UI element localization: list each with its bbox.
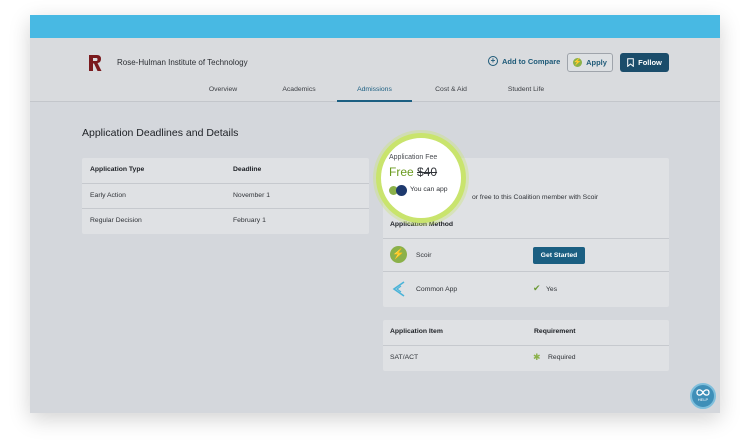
tab-overview[interactable]: Overview (208, 84, 238, 102)
table-row: Common App ✔ Yes (383, 272, 669, 307)
infinity-icon (696, 389, 710, 396)
fee-note: You can app (410, 186, 448, 193)
fee-spotlight: Application Fee Free $40 You can app (376, 133, 466, 223)
check-icon: ✔ (533, 283, 541, 293)
application-items-table: Application Item Requirement SAT/ACT ✱ R… (383, 320, 669, 371)
fee-old-price: $40 (417, 165, 438, 179)
bookmark-icon (627, 58, 634, 67)
table-row: SAT/ACT ✱ Required (383, 346, 669, 371)
scoir-bolt-icon: ⚡ (573, 58, 583, 67)
apply-label: Apply (586, 58, 607, 67)
scoir-bolt-icon: ⚡ (390, 246, 407, 263)
section-tabs: Overview Academics Admissions Cost & Aid… (30, 84, 720, 102)
fee-price: Free $40 (389, 165, 437, 179)
application-type: Early Action (90, 192, 126, 199)
asterisk-icon: ✱ (533, 352, 541, 362)
deadlines-table: Application Type Deadline Early Action N… (82, 158, 369, 234)
school-name[interactable]: Rose-Hulman Institute of Technology (117, 58, 248, 67)
tab-admissions[interactable]: Admissions (337, 84, 412, 102)
column-header: Requirement (534, 328, 576, 335)
requirement: Required (548, 354, 576, 361)
table-row: Early Action November 1 (82, 184, 369, 209)
plus-circle-icon: + (488, 56, 498, 66)
school-logo-icon (89, 55, 102, 71)
profile-header: Rose-Hulman Institute of Technology + Ad… (30, 38, 720, 102)
table-row: Regular Decision February 1 (82, 209, 369, 234)
method-value: Yes (546, 286, 558, 293)
column-header: Application Item (390, 328, 443, 335)
column-header: Application Type (90, 166, 145, 173)
fee-note-rest: or free to this Coalition member with Sc… (472, 194, 599, 201)
apply-button[interactable]: ⚡ Apply (567, 53, 613, 72)
deadline: February 1 (233, 217, 266, 224)
help-label: HELP (697, 397, 709, 402)
follow-button[interactable]: Follow (620, 53, 669, 72)
follow-label: Follow (638, 58, 662, 67)
application-method-table: Application Method ⚡ Scoir Get Started C… (383, 213, 669, 307)
table-header-row: Application Item Requirement (383, 320, 669, 346)
column-header: Deadline (233, 166, 262, 173)
add-to-compare-label: Add to Compare (502, 56, 561, 66)
deadline: November 1 (233, 192, 271, 199)
common-app-icon (392, 281, 405, 297)
application-item: SAT/ACT (390, 354, 419, 361)
section-title: Application Deadlines and Details (82, 127, 239, 139)
fee-free: Free (389, 165, 414, 179)
get-started-button[interactable]: Get Started (533, 247, 585, 264)
add-to-compare-button[interactable]: + Add to Compare (488, 56, 560, 66)
table-header-row: Application Type Deadline (82, 158, 369, 184)
method-name: Scoir (416, 252, 432, 259)
coalition-icon (396, 185, 407, 196)
help-button[interactable]: HELP (690, 383, 716, 409)
application-type: Regular Decision (90, 217, 142, 224)
top-banner (30, 15, 720, 38)
method-name: Common App (416, 286, 458, 293)
tab-cost-aid[interactable]: Cost & Aid (431, 84, 471, 102)
table-row: ⚡ Scoir Get Started (383, 239, 669, 272)
tab-student-life[interactable]: Student Life (506, 84, 546, 102)
fee-label: Application Fee (389, 154, 438, 161)
tab-academics[interactable]: Academics (280, 84, 318, 102)
browser-frame: Rose-Hulman Institute of Technology + Ad… (30, 15, 720, 413)
